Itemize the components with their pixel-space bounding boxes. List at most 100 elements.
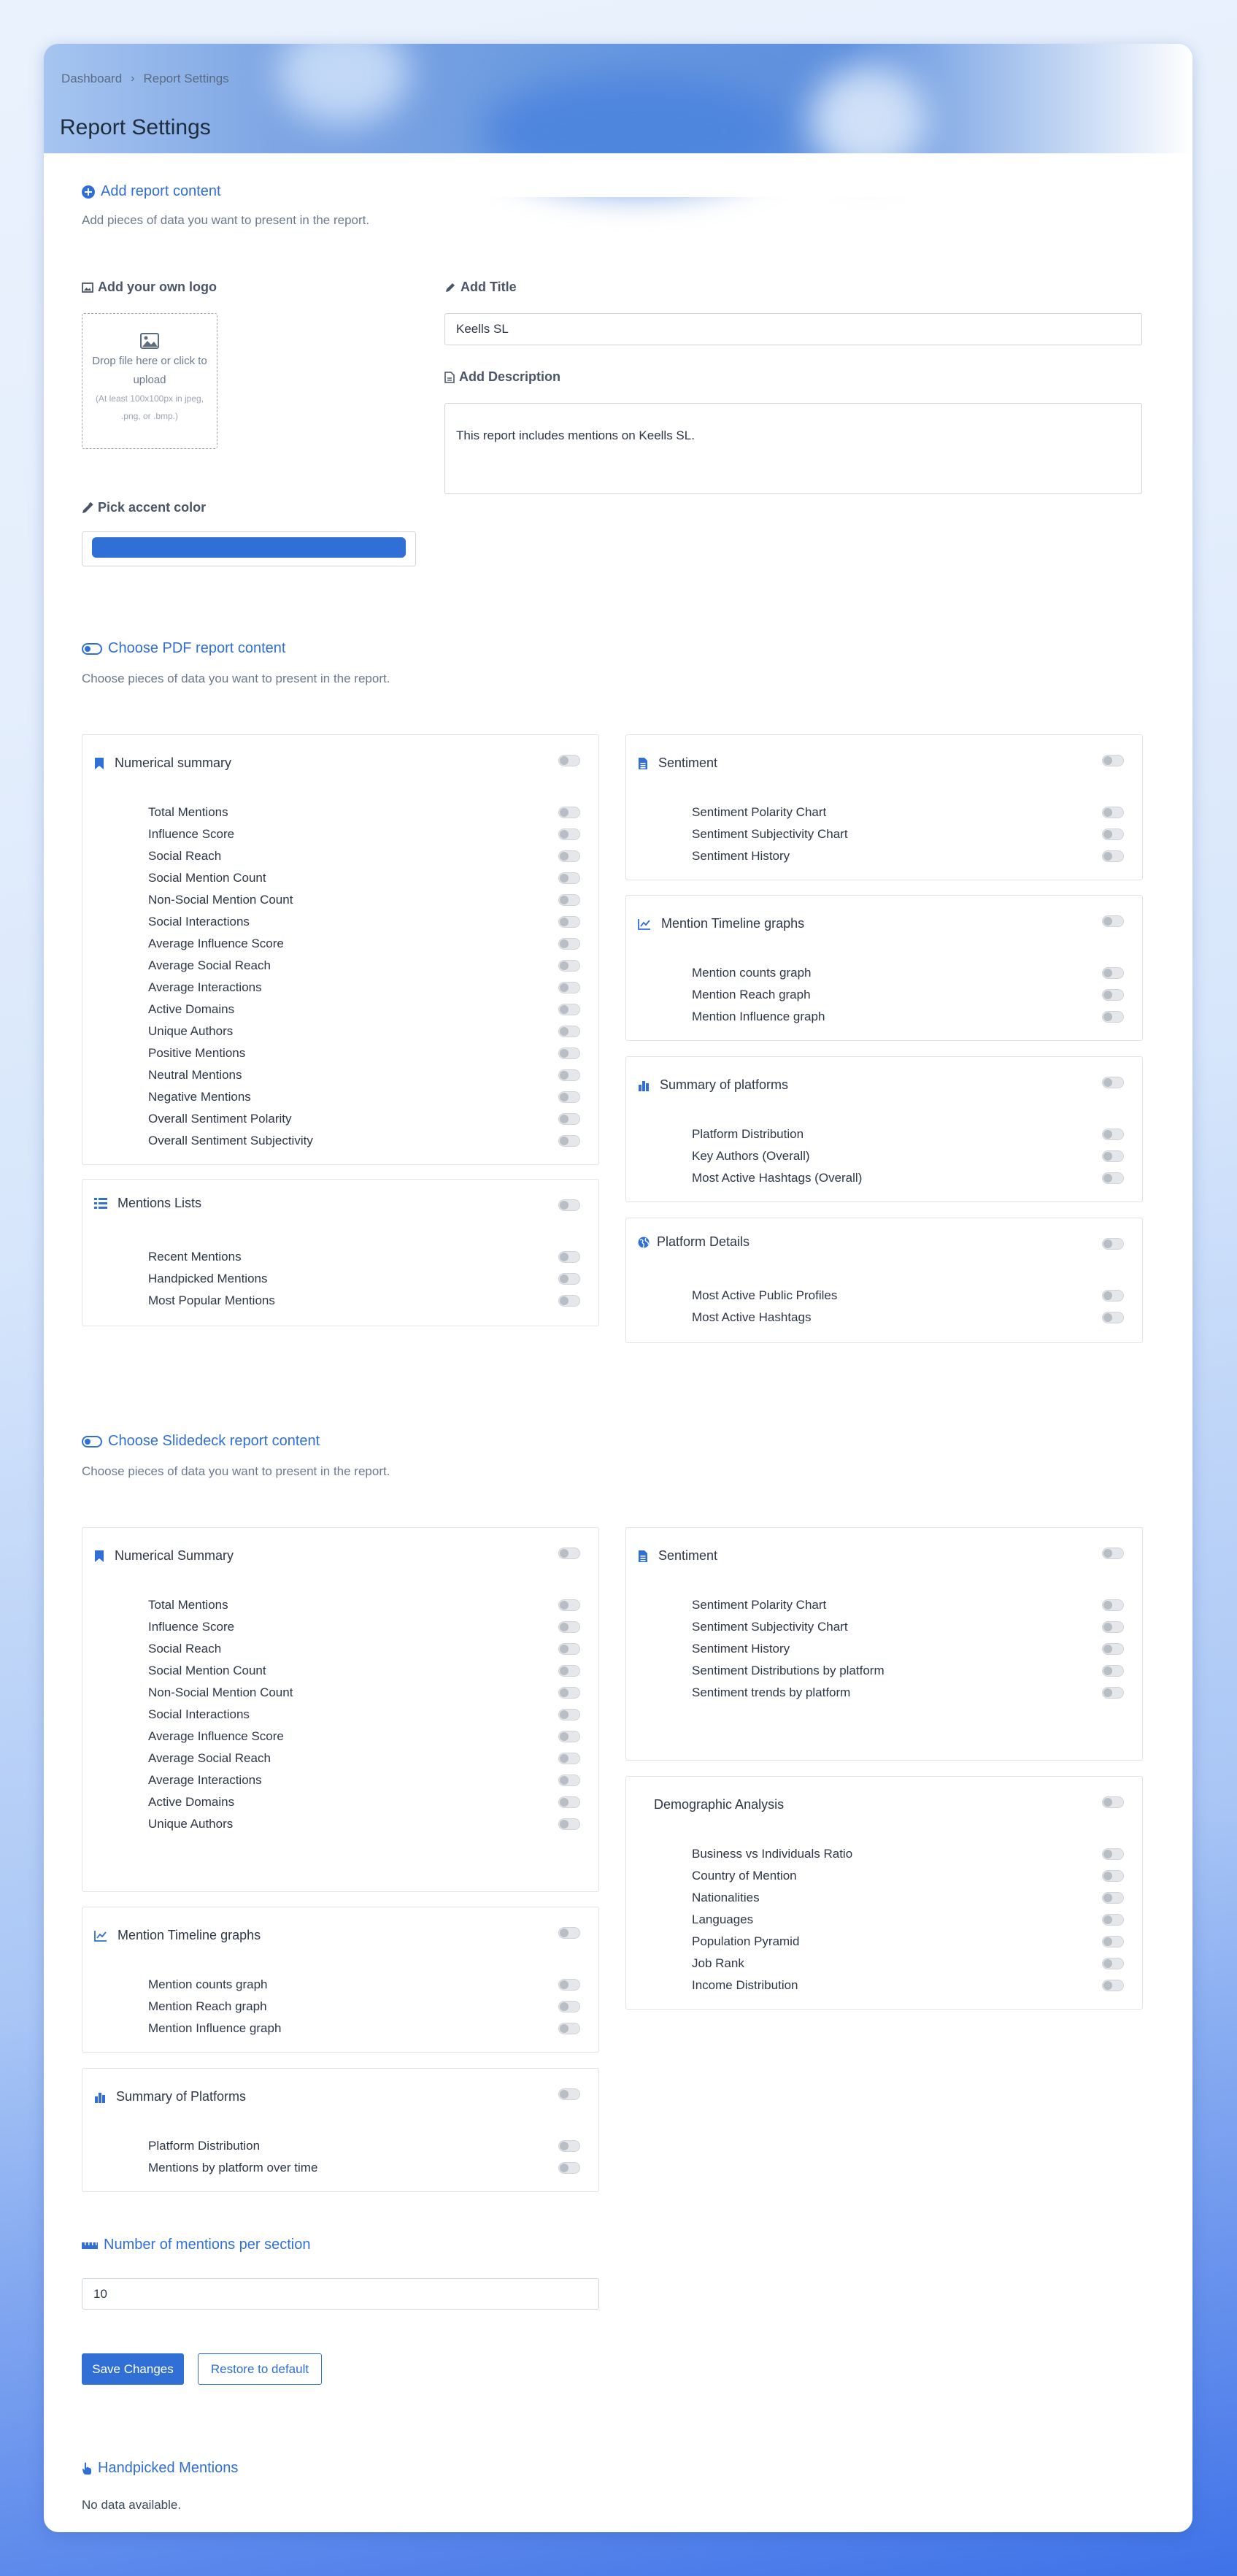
option-toggle[interactable] (558, 2023, 580, 2034)
option-label: Sentiment Polarity Chart (692, 805, 827, 819)
option-label: Mention Influence graph (148, 2021, 282, 2035)
option-toggle[interactable] (1102, 1011, 1124, 1023)
option-toggle[interactable] (558, 2140, 580, 2152)
option-toggle[interactable] (558, 872, 580, 884)
pdf-sentiment-toggle[interactable] (1102, 755, 1124, 766)
option-toggle[interactable] (558, 1731, 580, 1742)
report-title-input[interactable]: Keells SL (444, 313, 1142, 345)
option-label: Positive Mentions (148, 1046, 246, 1060)
option-toggle[interactable] (558, 1709, 580, 1720)
option-toggle[interactable] (1102, 1150, 1124, 1162)
option-toggle[interactable] (1102, 989, 1124, 1001)
option-toggle[interactable] (558, 1004, 580, 1015)
breadcrumb-home[interactable]: Dashboard (61, 72, 122, 86)
option-toggle[interactable] (1102, 1643, 1124, 1655)
breadcrumb: Dashboard › Report Settings (61, 72, 229, 86)
pdf-timeline-toggle[interactable] (1102, 915, 1124, 927)
option-toggle[interactable] (1102, 1958, 1124, 1969)
option-toggle[interactable] (558, 938, 580, 950)
page-title: Report Settings (60, 115, 211, 139)
report-description-textarea[interactable]: This report includes mentions on Keells … (444, 403, 1142, 494)
option-toggle[interactable] (1102, 1936, 1124, 1948)
option-toggle[interactable] (558, 1091, 580, 1103)
option-toggle[interactable] (558, 1753, 580, 1764)
pdf-sentiment-header: Sentiment (638, 756, 717, 771)
toggle-icon (82, 1435, 102, 1447)
option-toggle[interactable] (558, 1665, 580, 1677)
slides-timeline-box: Mention Timeline graphs Mention counts g… (82, 1907, 599, 2053)
option-toggle[interactable] (1102, 1312, 1124, 1323)
option-label: Average Social Reach (148, 1751, 271, 1765)
option-toggle[interactable] (558, 1069, 580, 1081)
option-toggle[interactable] (1102, 1290, 1124, 1302)
pdf-mentions-lists-toggle[interactable] (558, 1199, 580, 1211)
option-toggle[interactable] (558, 1273, 580, 1285)
restore-default-button[interactable]: Restore to default (198, 2353, 322, 2385)
bar-chart-icon (638, 1080, 650, 1091)
option-toggle[interactable] (1102, 850, 1124, 862)
option-toggle[interactable] (1102, 1870, 1124, 1882)
option-label: Country of Mention (692, 1869, 797, 1883)
pdf-mentions-lists-header: Mentions Lists (94, 1196, 201, 1211)
option-toggle[interactable] (558, 1687, 580, 1699)
logo-dropzone[interactable]: Drop file here or click to upload (At le… (82, 313, 217, 449)
option-toggle[interactable] (1102, 1848, 1124, 1860)
option-toggle[interactable] (558, 1026, 580, 1037)
option-toggle[interactable] (1102, 807, 1124, 818)
option-toggle[interactable] (558, 1643, 580, 1655)
option-toggle[interactable] (558, 1796, 580, 1808)
option-toggle[interactable] (1102, 828, 1124, 840)
option-toggle[interactable] (558, 1621, 580, 1633)
option-label: Social Interactions (148, 915, 250, 928)
option-toggle[interactable] (558, 1113, 580, 1125)
image-icon (82, 282, 93, 293)
option-toggle[interactable] (1102, 967, 1124, 979)
option-toggle[interactable] (558, 960, 580, 972)
option-toggle[interactable] (558, 916, 580, 928)
option-label: Social Mention Count (148, 1664, 266, 1677)
option-toggle[interactable] (1102, 1172, 1124, 1184)
option-toggle[interactable] (558, 2162, 580, 2174)
option-toggle[interactable] (1102, 1914, 1124, 1926)
option-toggle[interactable] (558, 1135, 580, 1147)
option-toggle[interactable] (558, 850, 580, 862)
option-toggle[interactable] (1102, 1687, 1124, 1699)
option-toggle[interactable] (1102, 1621, 1124, 1633)
slides-platforms-toggle[interactable] (558, 2088, 580, 2100)
slides-sentiment-toggle[interactable] (1102, 1547, 1124, 1559)
pdf-platforms-toggle[interactable] (1102, 1077, 1124, 1088)
option-toggle[interactable] (558, 2001, 580, 2012)
mentions-per-section-input[interactable]: 10 (82, 2278, 599, 2310)
option-toggle[interactable] (558, 1251, 580, 1263)
pdf-numerical-summary-toggle[interactable] (558, 755, 580, 766)
option-toggle[interactable] (558, 1295, 580, 1307)
slides-timeline-toggle[interactable] (558, 1927, 580, 1939)
option-toggle[interactable] (558, 1979, 580, 1991)
option-label: Population Pyramid (692, 1934, 800, 1948)
option-label: Average Influence Score (148, 1729, 284, 1743)
option-toggle[interactable] (1102, 1599, 1124, 1611)
slides-demographic-header: Demographic Analysis (654, 1797, 785, 1812)
option-toggle[interactable] (558, 1047, 580, 1059)
option-toggle[interactable] (558, 982, 580, 993)
slides-numerical-summary-toggle[interactable] (558, 1547, 580, 1559)
pdf-platform-details-toggle[interactable] (1102, 1238, 1124, 1250)
option-toggle[interactable] (558, 1775, 580, 1786)
slides-demographic-toggle[interactable] (1102, 1796, 1124, 1808)
option-toggle[interactable] (1102, 1129, 1124, 1140)
option-toggle[interactable] (1102, 1892, 1124, 1904)
bookmark-icon (94, 757, 104, 770)
option-label: Social Mention Count (148, 871, 266, 885)
option-toggle[interactable] (558, 1599, 580, 1611)
option-toggle[interactable] (558, 894, 580, 906)
option-toggle[interactable] (558, 1818, 580, 1830)
accent-color-label: Pick accent color (82, 500, 206, 515)
save-changes-button[interactable]: Save Changes (82, 2353, 184, 2385)
option-toggle[interactable] (558, 807, 580, 818)
option-toggle[interactable] (1102, 1980, 1124, 1991)
option-toggle[interactable] (558, 828, 580, 840)
option-toggle[interactable] (1102, 1665, 1124, 1677)
option-label: Recent Mentions (148, 1250, 242, 1264)
accent-color-picker[interactable] (82, 531, 416, 566)
content-top (60, 153, 1192, 197)
